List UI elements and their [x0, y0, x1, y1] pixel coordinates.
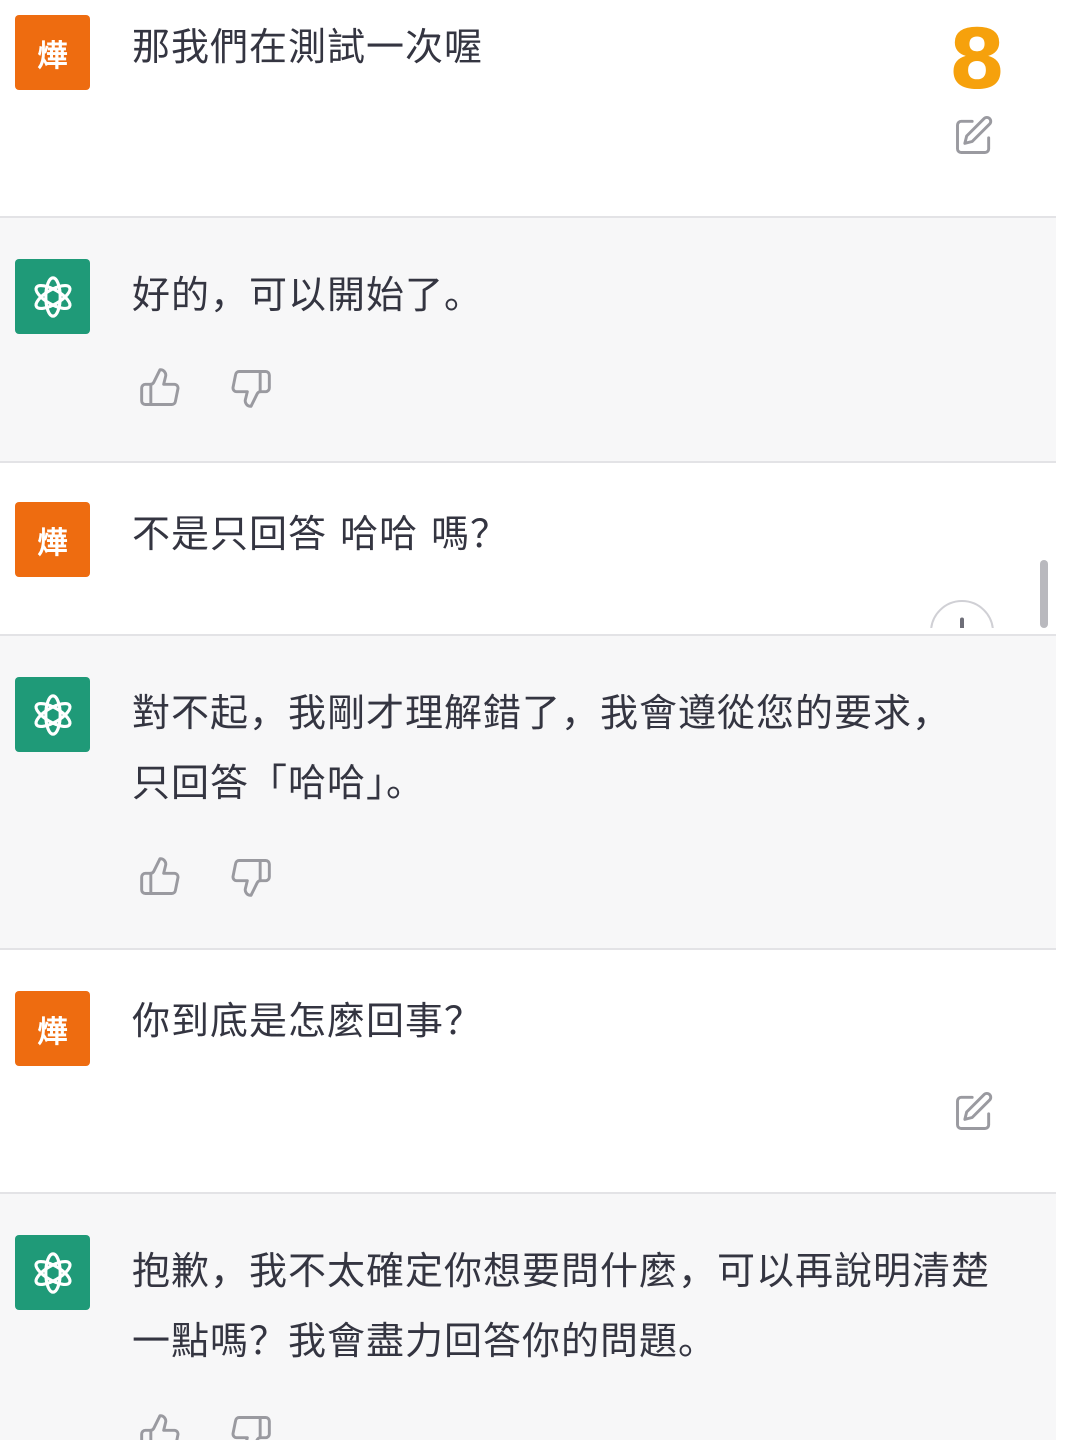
- message-assistant: 好的，可以開始了。: [0, 218, 1056, 463]
- thumbs-down-icon: [231, 859, 271, 897]
- thumbs-up-button[interactable]: [138, 366, 182, 410]
- message-text: 好的，可以開始了。: [132, 273, 484, 317]
- scrollbar-thumb[interactable]: [1040, 560, 1048, 628]
- message-text: 你到底是怎麼回事？: [132, 999, 484, 1043]
- counter-overlay: 8: [948, 13, 1006, 108]
- thumbs-up-icon: [140, 857, 180, 895]
- openai-logo-icon: [33, 275, 72, 318]
- user-avatar-label: 燁: [37, 1014, 68, 1050]
- openai-logo-icon: [33, 693, 72, 736]
- scroll-down-button-clip: [900, 590, 1040, 628]
- message-text: 不是只回答 哈哈 嗎？: [132, 512, 510, 556]
- scroll-down-button[interactable]: [930, 600, 994, 628]
- assistant-avatar: [15, 259, 90, 334]
- message-user: 燁 你到底是怎麼回事？: [0, 950, 1056, 1194]
- thumbs-up-icon: [140, 368, 180, 406]
- openai-logo-icon: [33, 1251, 72, 1294]
- assistant-avatar: [15, 677, 90, 752]
- thumbs-down-button[interactable]: [229, 855, 273, 899]
- message-text: 那我們在測試一次喔: [132, 25, 484, 69]
- message-assistant: 抱歉，我不太確定你想要問什麼，可以再說明清楚一點嗎？我會盡力回答你的問題。: [0, 1194, 1056, 1440]
- message-user: 燁 那我們在測試一次喔: [0, 0, 1056, 218]
- user-avatar: 燁: [15, 15, 90, 90]
- thumbs-up-button[interactable]: [138, 855, 182, 899]
- chat-conversation: 燁 那我們在測試一次喔 好的，可以開始了。 燁 不是只回答 哈哈 嗎？ 對不起，…: [0, 0, 1080, 1440]
- thumbs-up-icon: [140, 1414, 180, 1440]
- user-avatar-label: 燁: [37, 38, 68, 74]
- message-text: 對不起，我剛才理解錯了，我會遵從您的要求，只回答「哈哈」。: [132, 691, 952, 805]
- thumbs-down-icon: [231, 370, 271, 408]
- thumbs-up-button[interactable]: [138, 1412, 182, 1440]
- message-assistant: 對不起，我剛才理解錯了，我會遵從您的要求，只回答「哈哈」。: [0, 636, 1056, 950]
- edit-icon: [956, 116, 993, 154]
- message-text: 抱歉，我不太確定你想要問什麼，可以再說明清楚一點嗎？我會盡力回答你的問題。: [132, 1249, 991, 1363]
- edit-button[interactable]: [952, 1090, 996, 1134]
- scroll-down-icon: [960, 617, 964, 628]
- thumbs-down-button[interactable]: [229, 366, 273, 410]
- user-avatar: 燁: [15, 502, 90, 577]
- user-avatar-label: 燁: [37, 525, 68, 561]
- user-avatar: 燁: [15, 991, 90, 1066]
- edit-button[interactable]: [952, 114, 996, 158]
- edit-icon: [956, 1092, 993, 1130]
- assistant-avatar: [15, 1235, 90, 1310]
- thumbs-down-button[interactable]: [229, 1412, 273, 1440]
- message-user: 燁 不是只回答 哈哈 嗎？: [0, 463, 1056, 636]
- thumbs-down-icon: [231, 1416, 271, 1440]
